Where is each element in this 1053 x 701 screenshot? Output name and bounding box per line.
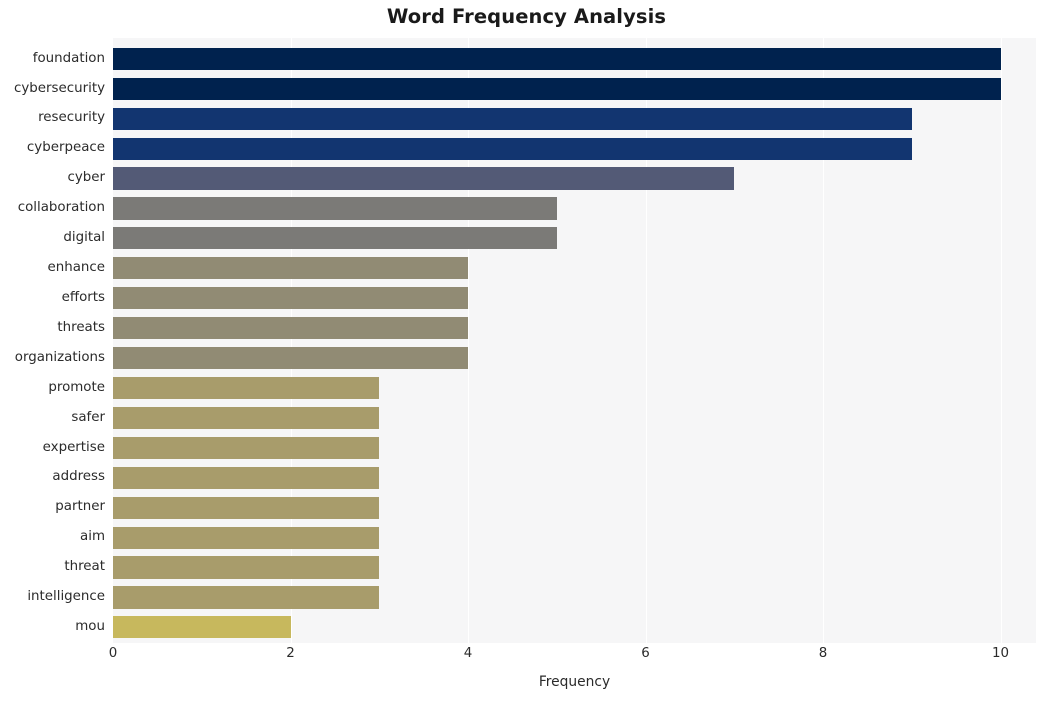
bar-threat[interactable] [113,556,380,579]
y-tick-label-collaboration: collaboration [17,200,105,216]
bar-aim[interactable] [113,526,380,549]
bar-safer[interactable] [113,406,380,429]
bar-promote[interactable] [113,376,380,400]
bar-row [113,75,1036,104]
bar-efforts[interactable] [113,287,468,310]
y-tick-label-efforts: efforts [61,289,105,305]
x-tick-label-8: 8 [818,646,828,661]
x-tick-label-10: 10 [991,646,1010,661]
bar-row [113,344,1036,373]
bar-row [113,434,1036,463]
bar-row [113,374,1036,403]
bar-resecurity[interactable] [113,107,912,130]
plot-area [113,38,1036,643]
bar-cyberpeace[interactable] [113,137,912,160]
y-tick-label-aim: aim [80,529,105,545]
y-tick-label-cybersecurity: cybersecurity [14,80,105,96]
bar-threats[interactable] [113,317,468,340]
y-tick-label-expertise: expertise [42,439,105,455]
bar-row [113,104,1036,133]
word-frequency-chart: Word Frequency Analysis foundation cybers… [0,0,1053,701]
bar-mou[interactable] [113,616,291,639]
bar-collaboration[interactable] [113,197,557,220]
bar-row [113,224,1036,253]
y-axis-tick-labels: foundation cybersecurity resecurity cyberpe… [0,38,113,643]
x-tick-label-2: 2 [286,646,295,661]
x-tick-label-0: 0 [108,646,118,661]
bar-cybersecurity[interactable] [113,77,1001,100]
y-tick-label-cyberpeace: cyberpeace [26,140,105,156]
bar-enhance[interactable] [113,257,468,280]
y-tick-label-threat: threat [64,559,105,575]
bar-row [113,553,1036,582]
bar-row [113,164,1036,193]
bar-row [113,493,1036,522]
y-tick-label-foundation: foundation [32,50,105,66]
bar-row [113,284,1036,313]
y-tick-label-safer: safer [71,409,105,425]
bar-organizations[interactable] [113,346,468,370]
x-axis-tick-labels: 0 2 4 6 8 10 [109,646,1036,668]
y-tick-label-address: address [52,469,105,485]
bar-cyber[interactable] [113,167,735,190]
y-tick-label-partner: partner [55,499,105,515]
bar-row [113,194,1036,223]
bar-foundation[interactable] [113,47,1001,70]
y-tick-label-mou: mou [75,619,105,635]
chart-title: Word Frequency Analysis [386,5,667,28]
bar-row [113,314,1036,343]
bar-intelligence[interactable] [113,586,380,609]
bar-row [113,523,1036,552]
bar-partner[interactable] [113,496,380,519]
bar-expertise[interactable] [113,436,380,459]
bar-row [113,45,1036,74]
y-tick-label-cyber: cyber [67,170,105,186]
y-tick-label-intelligence: intelligence [27,589,105,605]
y-tick-label-resecurity: resecurity [38,110,105,126]
bar-address[interactable] [113,466,380,489]
bar-digital[interactable] [113,227,557,250]
y-tick-label-organizations: organizations [14,349,105,365]
bar-row [113,134,1036,163]
bar-row [113,254,1036,283]
bar-row [113,404,1036,433]
x-axis-label: Frequency [538,674,611,690]
x-tick-label-4: 4 [463,646,473,661]
y-tick-label-enhance: enhance [47,260,105,276]
y-tick-label-threats: threats [57,319,105,335]
x-tick-label-6: 6 [641,646,650,661]
y-tick-label-digital: digital [63,230,105,246]
bar-row [113,463,1036,492]
bar-row [113,613,1036,642]
y-tick-label-promote: promote [48,379,105,395]
bar-row [113,583,1036,612]
